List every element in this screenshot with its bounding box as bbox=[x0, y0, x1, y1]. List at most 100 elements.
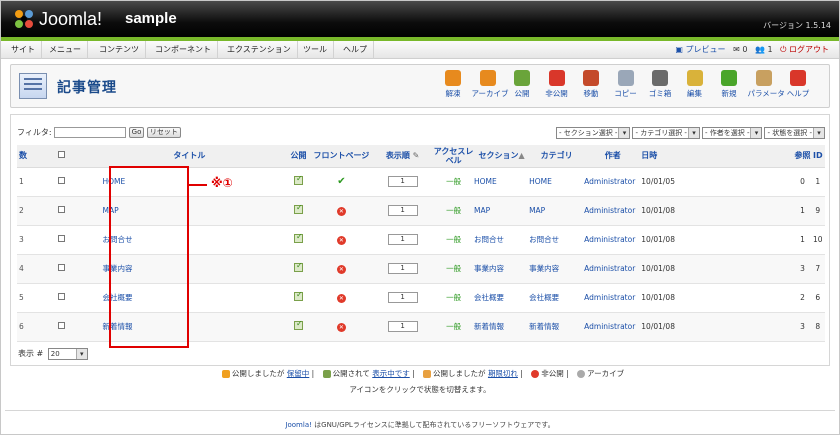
access-level[interactable]: 一般 bbox=[433, 196, 474, 226]
section-select[interactable]: - セクション選択 - bbox=[555, 127, 631, 139]
published-icon[interactable] bbox=[294, 174, 304, 185]
col-date[interactable]: 日時 bbox=[641, 145, 795, 168]
order-input[interactable]: 1 bbox=[387, 263, 418, 274]
reset-button[interactable]: リセット bbox=[146, 127, 181, 138]
access-level[interactable]: 一般 bbox=[433, 312, 474, 342]
unarchive-icon bbox=[445, 70, 461, 86]
section-link[interactable]: MAP bbox=[474, 196, 530, 226]
frontpage-no-icon[interactable]: ✕ bbox=[336, 293, 346, 303]
check-all-checkbox[interactable] bbox=[58, 151, 66, 159]
author-link[interactable]: Administrator bbox=[584, 196, 642, 226]
col-id[interactable]: ID bbox=[810, 145, 825, 168]
toolbar-params-button[interactable]: パラメータ bbox=[748, 70, 785, 99]
col-hits[interactable]: 参照 bbox=[794, 145, 811, 168]
toolbar-help-button[interactable]: ヘルプ bbox=[782, 70, 814, 99]
date-cell: 10/01/08 bbox=[641, 254, 795, 284]
author-link[interactable]: Administrator bbox=[584, 225, 642, 255]
row-checkbox[interactable] bbox=[58, 322, 66, 329]
col-access[interactable]: アクセスレベル bbox=[433, 145, 474, 168]
published-icon[interactable] bbox=[294, 319, 304, 330]
frontpage-yes-icon[interactable]: ✔ bbox=[337, 176, 345, 187]
col-published[interactable]: 公開 bbox=[286, 145, 311, 168]
author-link[interactable]: Administrator bbox=[584, 167, 642, 197]
order-input[interactable]: 1 bbox=[387, 205, 418, 216]
author-link[interactable]: Administrator bbox=[584, 312, 642, 342]
row-checkbox[interactable] bbox=[58, 206, 66, 213]
section-link[interactable]: 新着情報 bbox=[474, 312, 530, 342]
category-link[interactable]: 事業内容 bbox=[529, 254, 585, 284]
published-icon[interactable] bbox=[294, 261, 304, 272]
state-select[interactable]: - 状態を選択 - bbox=[764, 127, 825, 139]
category-link[interactable]: 新着情報 bbox=[529, 312, 585, 342]
date-cell: 10/01/05 bbox=[641, 167, 795, 197]
col-order[interactable]: 表示順 ✎ bbox=[372, 145, 434, 168]
toolbar-move-button[interactable]: 移動 bbox=[575, 70, 607, 99]
order-input[interactable]: 1 bbox=[387, 234, 418, 245]
section-link[interactable]: 事業内容 bbox=[474, 254, 530, 284]
menu-site[interactable]: サイト bbox=[5, 41, 42, 59]
toolbar-unarchive-button[interactable]: 解凍 bbox=[437, 70, 469, 99]
section-link[interactable]: HOME bbox=[474, 167, 530, 197]
toolbar-edit-button[interactable]: 編集 bbox=[679, 70, 711, 99]
category-link[interactable]: MAP bbox=[529, 196, 585, 226]
published-icon[interactable] bbox=[294, 290, 304, 301]
category-link[interactable]: お問合せ bbox=[529, 225, 585, 255]
col-title[interactable]: タイトル bbox=[92, 145, 287, 168]
row-checkbox[interactable] bbox=[58, 293, 66, 300]
help-icon bbox=[790, 70, 806, 86]
access-level[interactable]: 一般 bbox=[433, 225, 474, 255]
col-section[interactable]: セクション▲ bbox=[474, 145, 530, 168]
col-checkall[interactable] bbox=[31, 145, 93, 168]
row-checkbox[interactable] bbox=[58, 235, 66, 242]
menu-tools[interactable]: ツール bbox=[297, 41, 334, 59]
users-count[interactable]: 👥 1 bbox=[755, 45, 773, 54]
frontpage-no-icon[interactable]: ✕ bbox=[336, 322, 346, 332]
display-select[interactable]: 20 bbox=[47, 348, 88, 360]
row-num: 2 bbox=[17, 196, 32, 226]
category-link[interactable]: HOME bbox=[529, 167, 585, 197]
preview-link[interactable]: ▣ プレビュー bbox=[675, 45, 725, 54]
published-icon[interactable] bbox=[294, 232, 304, 243]
published-icon[interactable] bbox=[294, 203, 304, 214]
access-level[interactable]: 一般 bbox=[433, 254, 474, 284]
menu-menus[interactable]: メニュー bbox=[43, 41, 88, 59]
messages-count[interactable]: ✉ 0 bbox=[733, 45, 747, 54]
publish-icon bbox=[514, 70, 530, 86]
menu-extensions[interactable]: エクステンション bbox=[221, 41, 298, 59]
category-link[interactable]: 会社概要 bbox=[529, 283, 585, 313]
category-select[interactable]: - カテゴリ選択 - bbox=[632, 127, 700, 139]
frontpage-no-icon[interactable]: ✕ bbox=[336, 206, 346, 216]
col-author[interactable]: 作者 bbox=[584, 145, 642, 168]
order-input[interactable]: 1 bbox=[387, 321, 418, 332]
frontpage-no-icon[interactable]: ✕ bbox=[336, 264, 346, 274]
toolbar-publish-button[interactable]: 公開 bbox=[506, 70, 538, 99]
section-link[interactable]: お問合せ bbox=[474, 225, 530, 255]
logout-link[interactable]: ⏻ ログアウト bbox=[780, 45, 829, 54]
toolbar-unpublish-button[interactable]: 非公開 bbox=[541, 70, 573, 99]
menu-components[interactable]: コンポーネント bbox=[149, 41, 218, 59]
menu-help[interactable]: ヘルプ bbox=[337, 41, 374, 59]
row-checkbox[interactable] bbox=[58, 177, 66, 184]
author-select[interactable]: - 作者を選択 - bbox=[701, 127, 763, 139]
col-frontpage[interactable]: フロントページ bbox=[310, 145, 372, 168]
author-link[interactable]: Administrator bbox=[584, 283, 642, 313]
author-link[interactable]: Administrator bbox=[584, 254, 642, 284]
col-category[interactable]: カテゴリ bbox=[529, 145, 585, 168]
filter-input[interactable] bbox=[54, 127, 127, 138]
access-level[interactable]: 一般 bbox=[433, 167, 474, 197]
footer-text: はGNU/GPLライセンスに準拠して配布されているフリーソフトウェアです。 bbox=[311, 421, 555, 429]
section-link[interactable]: 会社概要 bbox=[474, 283, 530, 313]
toolbar-trash-button[interactable]: ゴミ箱 bbox=[644, 70, 676, 99]
order-input[interactable]: 1 bbox=[387, 176, 418, 187]
menu-content[interactable]: コンテンツ bbox=[93, 41, 146, 59]
go-button[interactable]: Go bbox=[128, 127, 145, 138]
toolbar-new-button[interactable]: 新規 bbox=[713, 70, 745, 99]
frontpage-no-icon[interactable]: ✕ bbox=[336, 235, 346, 245]
footer-joomla-link[interactable]: Joomla! bbox=[285, 421, 312, 429]
toolbar-copy-button[interactable]: コピー bbox=[610, 70, 642, 99]
row-checkbox[interactable] bbox=[58, 264, 66, 271]
access-level[interactable]: 一般 bbox=[433, 283, 474, 313]
toolbar-archive-button[interactable]: アーカイブ bbox=[472, 70, 509, 99]
save-order-icon[interactable]: ✎ bbox=[413, 151, 420, 160]
order-input[interactable]: 1 bbox=[387, 292, 418, 303]
